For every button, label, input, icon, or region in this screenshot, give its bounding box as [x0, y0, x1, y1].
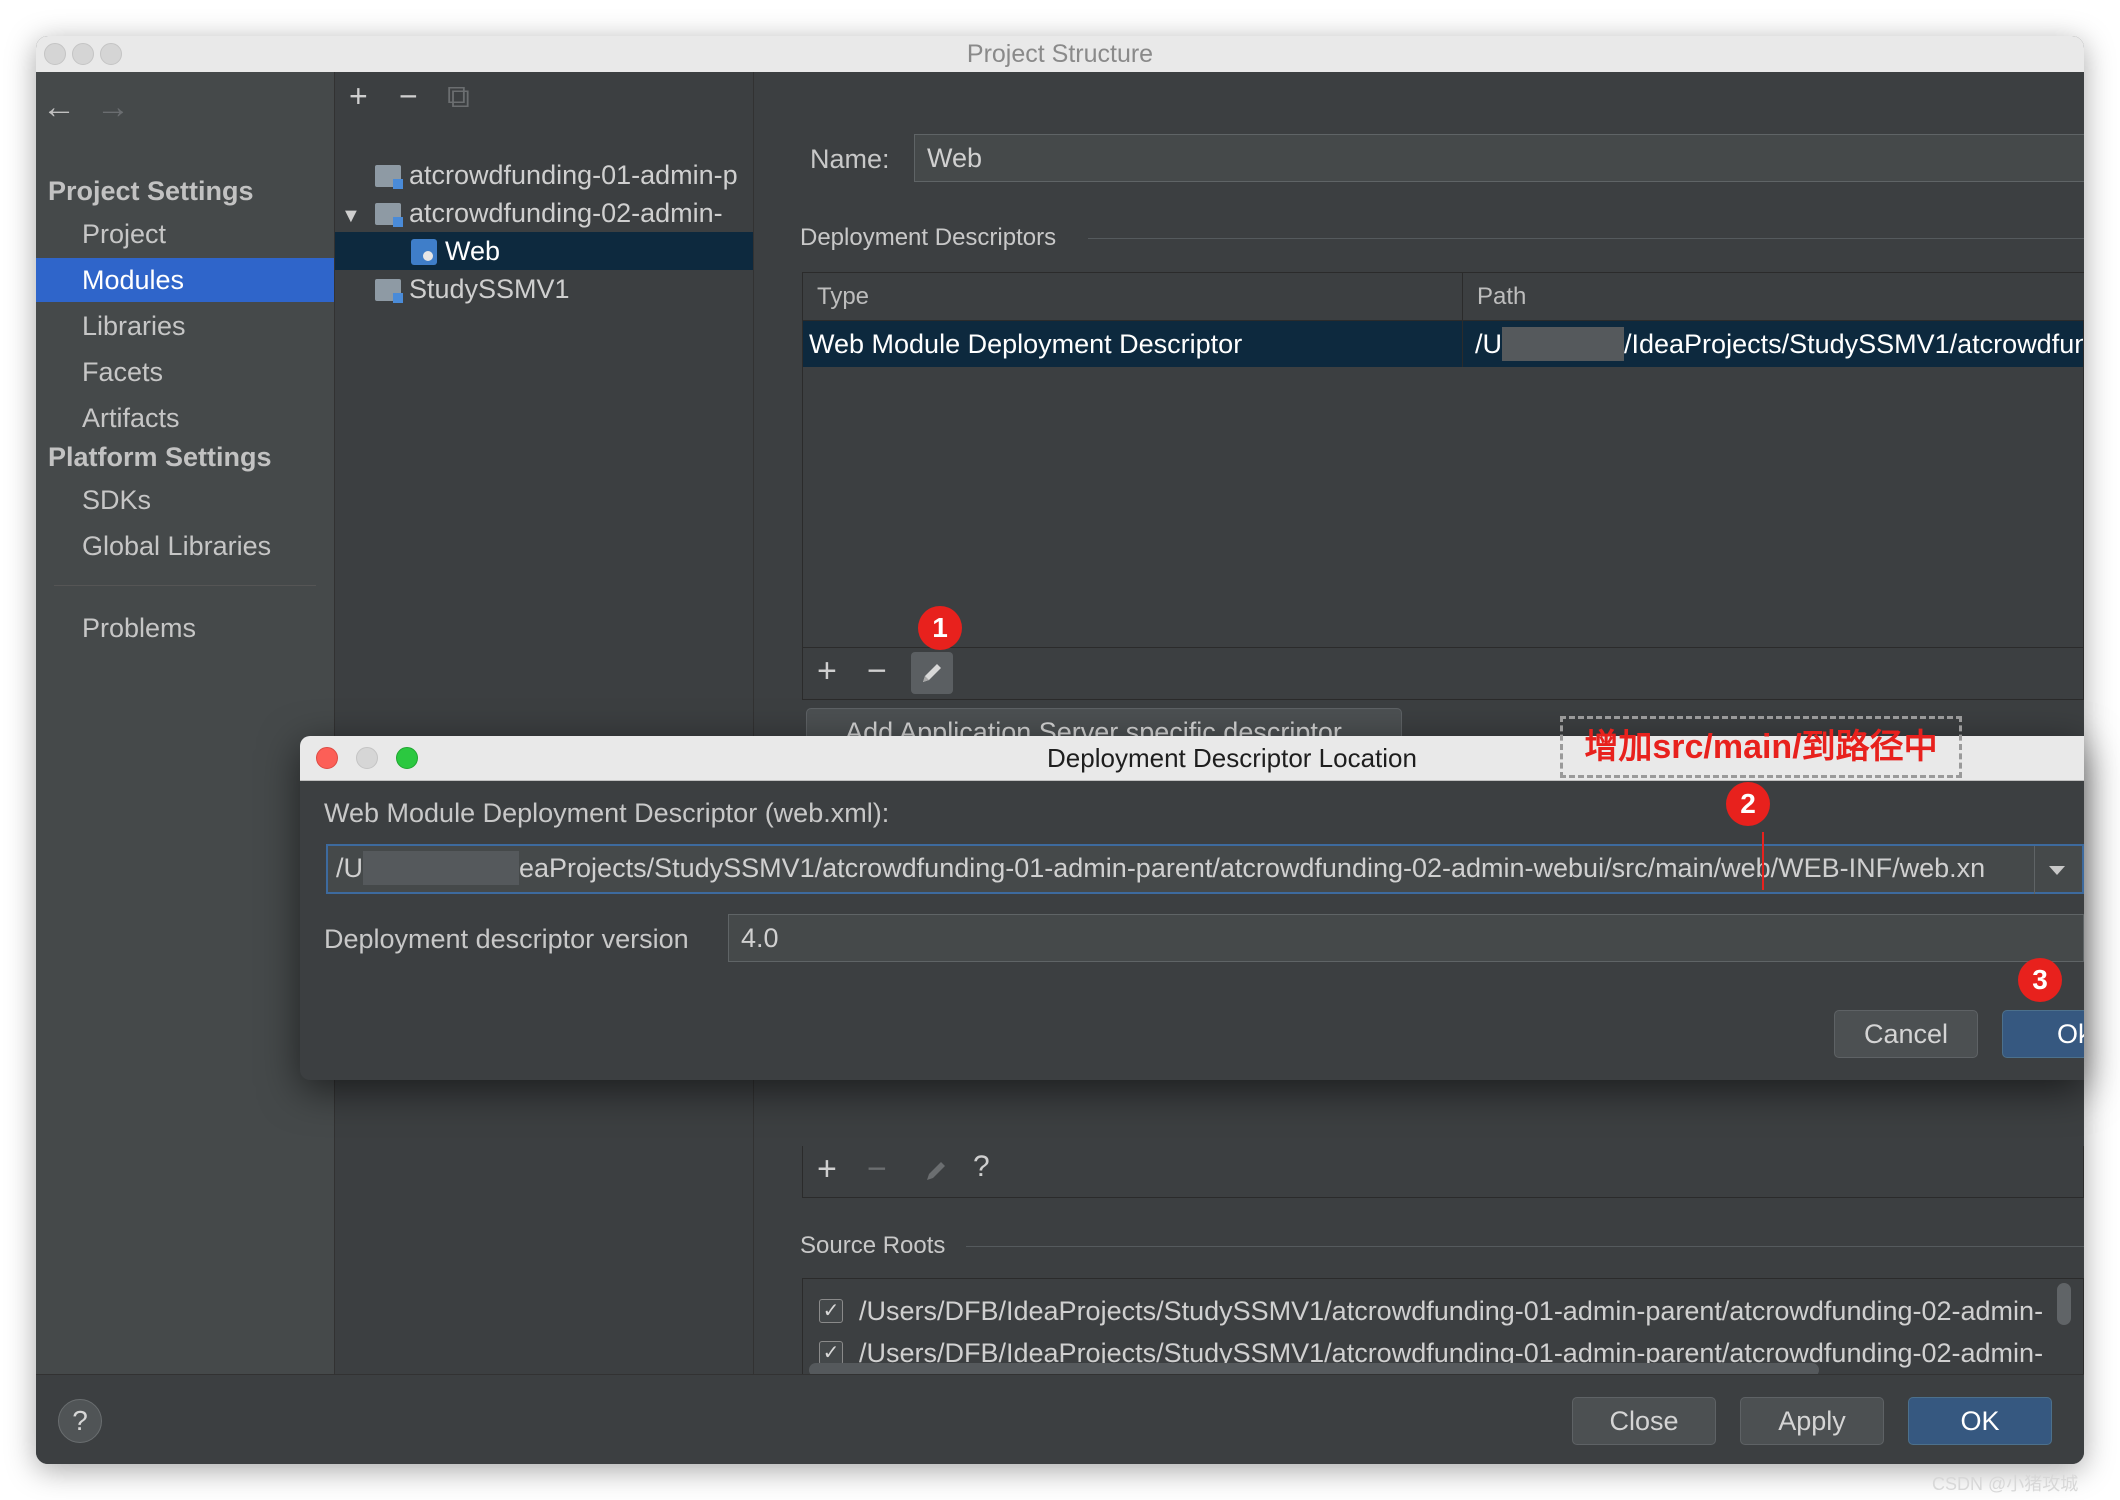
ok-button[interactable]: OK [1908, 1397, 2052, 1445]
path-suffix: /IdeaProjects/StudySSMV1/atcrowdfundir [1624, 329, 2083, 359]
name-label: Name: [810, 144, 890, 174]
dialog-button-bar: ? Close Apply OK [36, 1374, 2084, 1464]
sidebar-item-artifacts[interactable]: Artifacts [36, 396, 334, 440]
annotation-badge-2: 2 [1726, 782, 1770, 826]
source-roots-vertical-scrollbar[interactable] [2057, 1283, 2071, 1325]
tree-node-studyssmv1[interactable]: StudySSMV1 [335, 270, 753, 308]
group-divider [966, 1246, 2084, 1247]
annotation-note: 增加src/main/到路径中 [1560, 716, 1962, 778]
watermark: CSDN @小猪攻城 [1932, 1474, 2079, 1494]
close-button[interactable]: Close [1572, 1397, 1716, 1445]
path-prefix: /U [1475, 329, 1502, 359]
redacted-username [363, 851, 519, 885]
descriptor-path-prefix: /U [336, 853, 363, 883]
remove-resource-icon[interactable]: − [867, 1150, 887, 1189]
project-settings-heading: Project Settings [48, 176, 254, 206]
source-roots-heading: Source Roots [800, 1232, 946, 1259]
descriptor-version-label: Deployment descriptor version [324, 924, 689, 954]
forward-arrow-icon[interactable]: → [96, 88, 130, 127]
source-roots-list: ✓ /Users/DFB/IdeaProjects/StudySSMV1/atc… [802, 1278, 2084, 1388]
window-titlebar: Project Structure [36, 36, 2084, 73]
list-item[interactable]: ✓ /Users/DFB/IdeaProjects/StudySSMV1/atc… [819, 1293, 2059, 1333]
add-module-icon[interactable]: + [349, 78, 368, 115]
deployment-descriptors-heading: Deployment Descriptors [800, 224, 1057, 251]
group-divider [1088, 238, 2084, 239]
descriptor-path-label: Web Module Deployment Descriptor (web.xm… [324, 798, 890, 828]
tree-node-label: StudySSMV1 [409, 274, 570, 304]
copy-module-icon[interactable]: ⧉ [447, 78, 470, 116]
name-input[interactable]: Web [914, 134, 2084, 182]
module-folder-icon [375, 203, 403, 227]
sidebar-divider [54, 585, 316, 586]
back-arrow-icon[interactable]: ← [42, 88, 76, 127]
annotation-badge-1: 1 [918, 606, 962, 650]
source-root-checkbox[interactable]: ✓ [819, 1299, 843, 1323]
table-row[interactable]: Web Module Deployment Descriptor /U/Idea… [803, 321, 2083, 367]
sidebar-item-sdks[interactable]: SDKs [36, 478, 334, 522]
tree-node-label: Web [445, 236, 501, 266]
descriptor-version-select[interactable]: 4.0 [728, 914, 2084, 962]
help-button[interactable]: ? [58, 1399, 102, 1443]
pencil-icon [923, 664, 941, 682]
deployment-descriptors-table: Type Path Web Module Deployment Descript… [802, 272, 2084, 648]
column-header-path[interactable]: Path [1463, 273, 2084, 321]
sidebar-item-modules[interactable]: Modules [36, 258, 334, 302]
sidebar-item-facets[interactable]: Facets [36, 350, 334, 394]
annotation-caret-line [1762, 832, 1764, 890]
platform-settings-heading: Platform Settings [48, 442, 272, 472]
tree-node-label: atcrowdfunding-01-admin-p [409, 160, 738, 190]
tree-node-admin-parent[interactable]: atcrowdfunding-01-admin-p [335, 156, 753, 194]
descriptor-path-combobox[interactable]: /U eaProjects/StudySSMV1/atcrowdfunding-0… [326, 844, 2084, 894]
sidebar-item-project[interactable]: Project [36, 212, 334, 256]
tree-node-admin-webui[interactable]: ▼ atcrowdfunding-02-admin- [335, 194, 753, 232]
add-resource-icon[interactable]: + [817, 1150, 837, 1189]
chevron-down-icon[interactable] [2034, 846, 2078, 894]
add-descriptor-icon[interactable]: + [817, 652, 837, 691]
apply-button[interactable]: Apply [1740, 1397, 1884, 1445]
expand-arrow-icon[interactable]: ▼ [341, 197, 375, 232]
table-cell-type: Web Module Deployment Descriptor [803, 321, 1463, 367]
remove-module-icon[interactable]: − [399, 78, 418, 115]
tree-node-label: atcrowdfunding-02-admin- [409, 198, 723, 228]
help-resource-icon[interactable]: ? [973, 1150, 990, 1184]
sidebar-item-global-libraries[interactable]: Global Libraries [36, 524, 334, 568]
remove-descriptor-icon[interactable]: − [867, 652, 887, 691]
edit-resource-pencil-icon[interactable] [915, 1150, 957, 1192]
module-folder-icon [375, 165, 403, 189]
redacted-username [1502, 327, 1624, 361]
sidebar-item-problems[interactable]: Problems [36, 606, 334, 650]
settings-sidebar: ← → Project Settings Project Modules Lib… [36, 72, 335, 1410]
edit-descriptor-button[interactable] [911, 652, 953, 694]
source-root-checkbox[interactable]: ✓ [819, 1341, 843, 1365]
annotation-badge-3: 3 [2018, 958, 2062, 1002]
table-cell-path: /U/IdeaProjects/StudySSMV1/atcrowdfundir [1463, 321, 2083, 367]
deployment-descriptor-location-dialog: Deployment Descriptor Location Web Modul… [300, 736, 2084, 1080]
tree-node-web[interactable]: Web [335, 232, 753, 270]
column-header-type[interactable]: Type [803, 273, 1463, 321]
module-folder-icon [375, 279, 403, 303]
descriptor-toolbar: + − [802, 648, 2084, 700]
window-title: Project Structure [966, 40, 1154, 68]
web-resource-toolbar: + − ? [802, 1146, 2084, 1198]
sidebar-item-libraries[interactable]: Libraries [36, 304, 334, 348]
web-facet-icon [411, 239, 437, 265]
descriptor-path-suffix: eaProjects/StudySSMV1/atcrowdfunding-01-… [519, 853, 1986, 883]
dialog-ok-button[interactable]: Ok [2002, 1010, 2084, 1058]
dialog-cancel-button[interactable]: Cancel [1834, 1010, 1978, 1058]
source-root-path: /Users/DFB/IdeaProjects/StudySSMV1/atcro… [859, 1296, 2044, 1326]
